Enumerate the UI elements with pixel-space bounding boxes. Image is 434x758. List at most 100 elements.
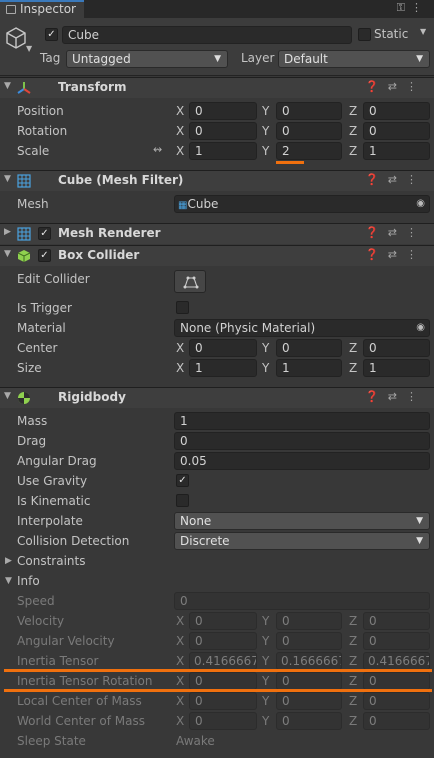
preset-icon[interactable]: ⇄ — [388, 80, 406, 93]
edit-collider-button[interactable] — [174, 270, 206, 293]
component-title: Box Collider — [58, 248, 140, 262]
rotation-z-field[interactable]: 0 — [363, 122, 430, 140]
center-label: Center — [17, 341, 58, 355]
rigidbody-header[interactable]: ▼ Rigidbody ❓⇄⋮ — [0, 387, 434, 408]
component-icons[interactable]: ❓⇄⋮ — [365, 390, 426, 403]
axis-y-label: Y — [262, 654, 270, 668]
help-icon[interactable]: ❓ — [365, 248, 388, 261]
angular-drag-field[interactable]: 0.05 — [174, 452, 430, 470]
context-menu-icon[interactable]: ⋮ — [406, 226, 426, 239]
context-menu-icon[interactable]: ⋮ — [406, 248, 426, 261]
scale-y-field[interactable]: 2 — [276, 142, 342, 160]
tab-inspector[interactable]: Inspector — [0, 0, 84, 18]
static-checkbox[interactable] — [358, 28, 371, 41]
axis-z-label: Z — [349, 674, 358, 688]
object-picker-icon[interactable]: ◉ — [416, 320, 425, 336]
tab-options[interactable]: ⚿⋮ — [397, 1, 428, 15]
center-y-field[interactable]: 0 — [276, 339, 342, 357]
preset-icon[interactable]: ⇄ — [388, 173, 406, 186]
axis-z-label: Z — [349, 144, 358, 158]
size-x-field[interactable]: 1 — [189, 359, 257, 377]
is-kinematic-checkbox[interactable] — [176, 494, 189, 507]
size-z-field[interactable]: 1 — [363, 359, 430, 377]
help-icon[interactable]: ❓ — [365, 390, 388, 403]
mesh-filter-header[interactable]: ▼ Cube (Mesh Filter) ❓⇄⋮ — [0, 170, 434, 191]
fold-arrow-icon[interactable]: ▼ — [4, 249, 11, 259]
inertia-rotation-y-field: 0 — [276, 672, 342, 690]
enabled-checkbox[interactable]: ✓ — [38, 249, 51, 262]
tag-dropdown[interactable]: Untagged ▼ — [66, 50, 228, 68]
box-collider-header[interactable]: ▼ ✓ Box Collider ❓⇄⋮ — [0, 245, 434, 266]
collision-detection-value: Discrete — [180, 534, 230, 548]
axis-x-label: X — [176, 654, 185, 668]
scale-z-field[interactable]: 1 — [363, 142, 430, 160]
component-icons[interactable]: ❓⇄⋮ — [365, 226, 426, 239]
inertia-tensor-z-field: 0.4166667 — [363, 652, 430, 670]
object-picker-icon[interactable]: ◉ — [416, 196, 425, 212]
preset-icon[interactable]: ⇄ — [388, 390, 406, 403]
context-menu-icon[interactable]: ⋮ — [406, 390, 426, 403]
center-z-field[interactable]: 0 — [363, 339, 430, 357]
preset-icon[interactable]: ⇄ — [388, 248, 406, 261]
transform-header[interactable]: ▼ Transform ❓⇄⋮ — [0, 77, 434, 98]
kebab-menu-icon[interactable]: ⋮ — [411, 1, 428, 14]
position-y-field[interactable]: 0 — [276, 102, 342, 120]
help-icon[interactable]: ❓ — [365, 226, 388, 239]
icon-dropdown-icon[interactable]: ▼ — [26, 44, 32, 53]
fold-arrow-icon[interactable]: ▼ — [4, 81, 11, 91]
object-name-field[interactable]: Cube — [62, 26, 352, 44]
help-icon[interactable]: ❓ — [365, 173, 388, 186]
context-menu-icon[interactable]: ⋮ — [406, 80, 426, 93]
speed-label: Speed — [17, 594, 55, 608]
axis-y-label: Y — [262, 104, 270, 118]
axis-y-label: Y — [262, 634, 270, 648]
preset-icon[interactable]: ⇄ — [388, 226, 406, 239]
static-dropdown-icon[interactable]: ▼ — [420, 27, 426, 36]
help-icon[interactable]: ❓ — [365, 80, 388, 93]
component-icons[interactable]: ❓⇄⋮ — [365, 248, 426, 261]
position-z-field[interactable]: 0 — [363, 102, 430, 120]
component-icons[interactable]: ❓⇄⋮ — [365, 173, 426, 186]
axis-z-label: Z — [349, 694, 358, 708]
lock-icon[interactable]: ⚿ — [397, 1, 411, 14]
is-trigger-checkbox[interactable] — [176, 301, 189, 314]
tab-bar: Inspector ⚿⋮ — [0, 0, 434, 18]
rotation-x-field[interactable]: 0 — [189, 122, 257, 140]
interpolate-dropdown[interactable]: None ▼ — [174, 512, 430, 530]
tag-value: Untagged — [72, 52, 131, 66]
center-x-field[interactable]: 0 — [189, 339, 257, 357]
layer-dropdown[interactable]: Default ▼ — [278, 50, 430, 68]
axis-y-label: Y — [262, 714, 270, 728]
angular-velocity-y-field: 0 — [276, 632, 342, 650]
mass-field[interactable]: 1 — [174, 412, 430, 430]
context-menu-icon[interactable]: ⋮ — [406, 173, 426, 186]
layer-value: Default — [284, 52, 328, 66]
inertia-rotation-x-field: 0 — [189, 672, 257, 690]
info-fold-icon[interactable]: ▼ — [5, 576, 12, 586]
fold-arrow-icon[interactable]: ▼ — [4, 174, 11, 184]
inertia-tensor-label: Inertia Tensor — [17, 654, 99, 668]
constraints-fold-icon[interactable]: ▶ — [5, 556, 12, 566]
mesh-object-field[interactable]: ▦Cube ◉ — [174, 195, 430, 213]
component-icons[interactable]: ❓⇄⋮ — [365, 80, 426, 93]
constraints-foldout[interactable]: Constraints — [17, 554, 85, 568]
mesh-renderer-header[interactable]: ▶ ✓ Mesh Renderer ❓⇄⋮ — [0, 223, 434, 244]
use-gravity-checkbox[interactable]: ✓ — [176, 474, 189, 487]
drag-field[interactable]: 0 — [174, 432, 430, 450]
axis-z-label: Z — [349, 634, 358, 648]
chevron-down-icon: ▼ — [416, 536, 423, 546]
axis-z-label: Z — [349, 124, 358, 138]
inertia-tensor-y-field: 0.1666667 — [276, 652, 342, 670]
collision-detection-dropdown[interactable]: Discrete ▼ — [174, 532, 430, 550]
fold-arrow-icon[interactable]: ▼ — [4, 391, 11, 401]
active-checkbox[interactable]: ✓ — [45, 28, 58, 41]
info-foldout[interactable]: Info — [17, 574, 40, 588]
size-y-field[interactable]: 1 — [276, 359, 342, 377]
scale-x-field[interactable]: 1 — [189, 142, 257, 160]
position-x-field[interactable]: 0 — [189, 102, 257, 120]
constrain-proportions-icon[interactable]: ↭ — [153, 143, 162, 156]
enabled-checkbox[interactable]: ✓ — [38, 227, 51, 240]
fold-arrow-collapsed-icon[interactable]: ▶ — [4, 227, 11, 237]
rotation-y-field[interactable]: 0 — [276, 122, 342, 140]
material-object-field[interactable]: None (Physic Material) ◉ — [174, 319, 430, 337]
